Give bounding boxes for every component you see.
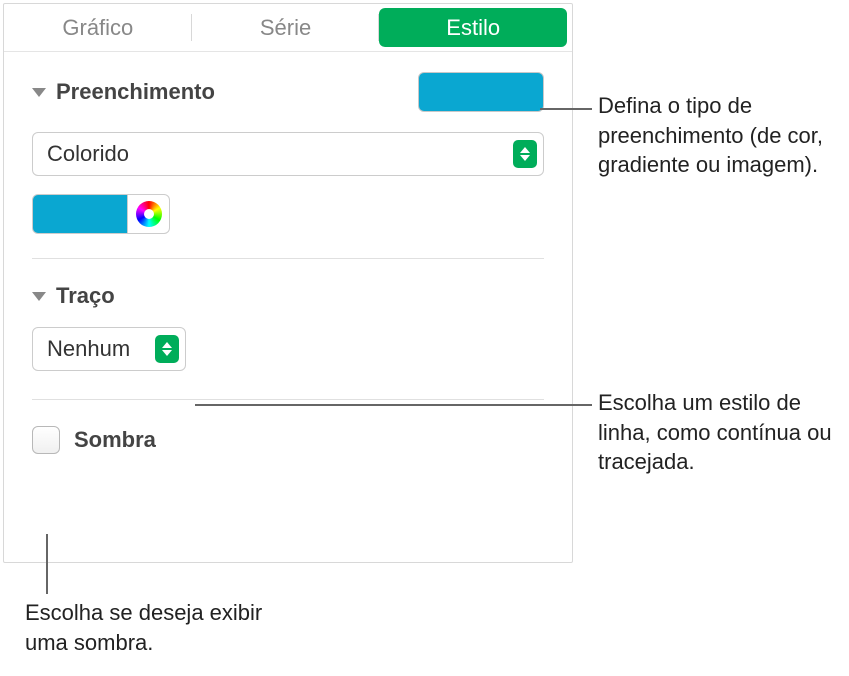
callout-line xyxy=(46,534,48,594)
stroke-style-dropdown[interactable]: Nenhum xyxy=(32,327,186,371)
stroke-style-value: Nenhum xyxy=(47,336,130,362)
callout-shadow-text: Escolha se deseja exibir uma sombra. xyxy=(25,600,262,655)
color-picker-button[interactable] xyxy=(128,194,170,234)
dropdown-arrows-icon xyxy=(513,140,537,168)
callout-fill: Defina o tipo de preenchimento (de cor, … xyxy=(598,91,838,180)
tab-style-label: Estilo xyxy=(446,15,500,41)
tab-series-label: Série xyxy=(260,15,311,41)
fill-title: Preenchimento xyxy=(56,79,215,105)
tab-chart[interactable]: Gráfico xyxy=(4,4,192,51)
fill-color-swatch[interactable] xyxy=(418,72,544,112)
stroke-title-group[interactable]: Traço xyxy=(32,283,544,309)
callout-stroke-text: Escolha um estilo de linha, como contínu… xyxy=(598,390,832,474)
fill-title-group[interactable]: Preenchimento xyxy=(32,79,215,105)
color-wheel-icon xyxy=(136,201,162,227)
shadow-checkbox[interactable] xyxy=(32,426,60,454)
fill-section: Preenchimento Colorido xyxy=(4,52,572,234)
stroke-section: Traço Nenhum xyxy=(4,259,572,371)
tab-style[interactable]: Estilo xyxy=(379,8,567,47)
callout-line xyxy=(195,404,592,406)
tab-chart-label: Gráfico xyxy=(62,15,133,41)
tab-series[interactable]: Série xyxy=(192,4,380,51)
fill-section-header: Preenchimento xyxy=(32,72,544,112)
chevron-down-icon xyxy=(32,292,46,301)
callout-line xyxy=(540,108,592,110)
fill-type-dropdown[interactable]: Colorido xyxy=(32,132,544,176)
dropdown-arrows-icon xyxy=(155,335,179,363)
callout-fill-text: Defina o tipo de preenchimento (de cor, … xyxy=(598,93,823,177)
style-panel: Gráfico Série Estilo Preenchimento Color… xyxy=(3,3,573,563)
stroke-title: Traço xyxy=(56,283,115,309)
callout-stroke: Escolha um estilo de linha, como contínu… xyxy=(598,388,838,477)
chevron-down-icon xyxy=(32,88,46,97)
callout-shadow: Escolha se deseja exibir uma sombra. xyxy=(25,598,285,657)
shadow-row: Sombra xyxy=(4,400,572,480)
fill-type-value: Colorido xyxy=(47,141,129,167)
fill-color-well[interactable] xyxy=(32,194,128,234)
tab-bar: Gráfico Série Estilo xyxy=(4,4,572,52)
fill-color-row xyxy=(32,194,544,234)
shadow-label: Sombra xyxy=(74,427,156,453)
